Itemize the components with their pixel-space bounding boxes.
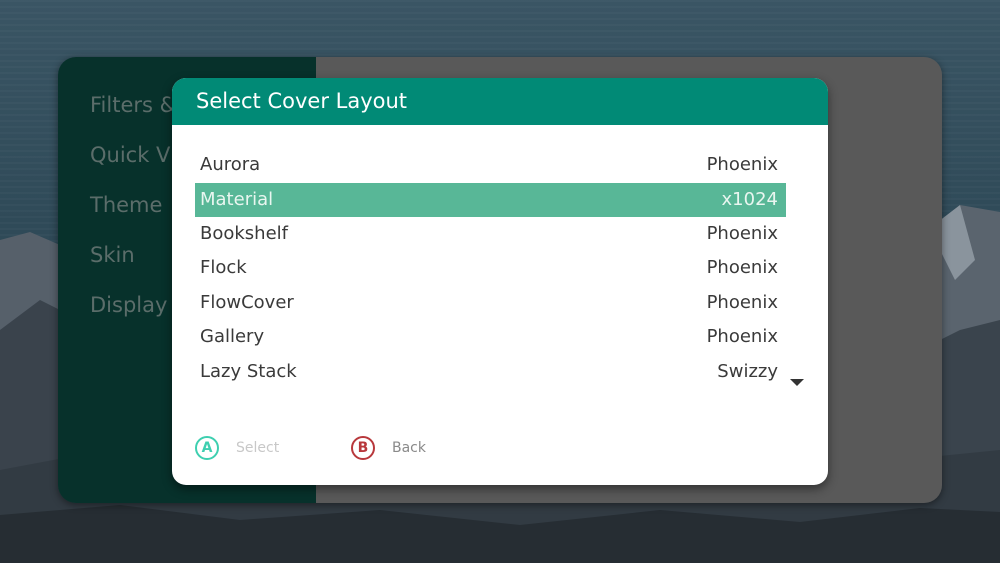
sidebar-item-filters[interactable]: Filters & [90,93,176,117]
select-cover-layout-dialog: Select Cover Layout Aurora Phoenix Mater… [172,78,828,485]
sidebar-item-display[interactable]: Display [90,293,167,317]
option-author: Phoenix [706,292,778,313]
sidebar-item-skin[interactable]: Skin [90,243,135,267]
layout-option-lazy-stack[interactable]: Lazy Stack Swizzy [195,355,786,389]
option-author: Phoenix [706,223,778,244]
dialog-title: Select Cover Layout [196,89,408,113]
option-author: Swizzy [717,361,778,382]
b-button-icon: B [351,436,375,460]
option-name: Gallery [200,326,265,347]
layout-option-bookshelf[interactable]: Bookshelf Phoenix [195,217,786,251]
option-name: Bookshelf [200,223,288,244]
sidebar-item-theme[interactable]: Theme [90,193,162,217]
select-hint-label: Select [236,440,280,456]
layout-option-flock[interactable]: Flock Phoenix [195,251,786,285]
option-author: Phoenix [706,326,778,347]
layout-option-gallery[interactable]: Gallery Phoenix [195,320,786,354]
select-hint[interactable]: A Select [195,436,335,460]
back-hint[interactable]: B Back [351,436,471,460]
dialog-header: Select Cover Layout [172,78,828,125]
layout-option-flowcover[interactable]: FlowCover Phoenix [195,286,786,320]
option-name: Material [200,189,274,210]
option-author: Phoenix [706,154,778,175]
option-name: FlowCover [200,292,294,313]
option-name: Aurora [200,154,261,175]
screen: Filters & Quick V Theme Skin Display Sel… [0,0,1000,563]
layout-option-material[interactable]: Material x1024 [195,183,786,217]
caret-down-icon[interactable] [790,379,804,386]
a-button-icon: A [195,436,219,460]
option-author: x1024 [721,189,778,210]
option-author: Phoenix [706,257,778,278]
back-hint-label: Back [392,440,426,456]
option-name: Flock [200,257,247,278]
option-name: Lazy Stack [200,361,297,382]
sidebar-item-quick-view[interactable]: Quick V [90,143,170,167]
layout-option-aurora[interactable]: Aurora Phoenix [195,148,786,182]
